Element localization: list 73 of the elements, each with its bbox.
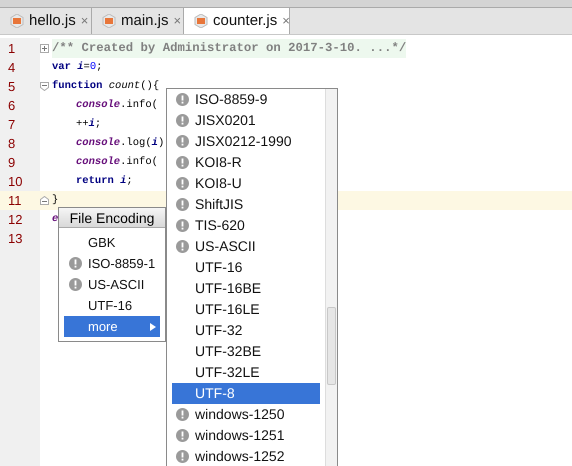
js-file-icon [102,14,116,28]
encoding-option[interactable]: UTF-32BE [167,341,325,362]
fold-plus-icon[interactable] [40,44,49,53]
warning-icon [176,177,189,190]
code-text: return i; [76,174,133,189]
code-text: console.info( [76,98,158,113]
encoding-option[interactable]: windows-1252 [167,446,325,466]
warning-icon [176,219,189,232]
encoding-option[interactable]: UTF-16 [167,257,325,278]
warning-icon [176,198,189,211]
warning-icon [176,114,189,127]
line-number: 5 [7,78,16,96]
encoding-option[interactable]: JISX0212-1990 [167,131,325,152]
warning-icon [176,408,189,421]
encoding-option[interactable]: windows-1251 [167,425,325,446]
js-file-icon [194,14,208,28]
encoding-option[interactable]: KOI8-R [167,152,325,173]
warning-icon [69,278,82,291]
tab-label: hello.js [29,10,76,31]
encoding-option[interactable]: more [64,316,160,337]
code-text: e [52,212,58,227]
encoding-option[interactable]: UTF-32 [167,320,325,341]
code-text: /** Created by Administrator on 2017-3-10. ...*/ [52,39,406,58]
encoding-option[interactable]: TIS-620 [167,215,325,236]
editor-tab[interactable]: counter.js × [184,8,290,34]
encoding-option[interactable]: UTF-16 [64,295,160,316]
encoding-option[interactable]: UTF-16BE [167,278,325,299]
encoding-option[interactable]: UTF-32LE [167,362,325,383]
warning-icon [176,450,189,463]
line-number: 8 [7,134,16,153]
scrollbar-thumb[interactable] [327,307,336,385]
line-number: 13 [7,230,24,248]
encoding-option[interactable]: ISO-8859-9 [167,89,325,110]
code-text: function count(){ [52,78,160,94]
line-number: 9 [7,154,16,172]
tab-label: main.js [121,10,169,31]
encoding-option[interactable]: ShiftJIS [167,194,325,215]
warning-icon [176,93,189,106]
warning-icon [176,240,189,253]
code-text: } [52,192,58,208]
encoding-option[interactable]: UTF-8 [172,383,320,404]
line-number: 11 [7,192,22,210]
line-number: 10 [7,172,24,191]
encoding-option[interactable]: US-ASCII [64,274,160,295]
close-icon[interactable]: × [174,11,182,31]
js-file-icon [10,14,24,28]
line-number: 1 [7,40,16,58]
submenu-arrow-icon [150,322,156,330]
popup-title: File Encoding [59,208,165,228]
tab-label: counter.js [213,10,278,31]
close-icon[interactable]: × [282,11,290,31]
code-text: ++i; [76,116,102,132]
encoding-option[interactable]: GBK [64,232,160,253]
warning-icon [176,135,189,148]
line-number: 6 [7,96,16,115]
fold-end-icon[interactable] [40,196,49,205]
code-text: console.info( [76,154,158,170]
line-number: 12 [7,210,24,229]
line-number: 7 [7,116,16,134]
warning-icon [176,429,189,442]
code-text: var i=0; [52,60,102,75]
close-icon[interactable]: × [80,11,88,31]
encoding-option[interactable]: US-ASCII [167,236,325,257]
warning-icon [69,257,82,270]
fold-minus-icon[interactable] [40,82,49,91]
line-number: 4 [7,58,16,77]
encoding-option[interactable]: JISX0201 [167,110,325,131]
code-text: console.log(i) [76,136,164,151]
encoding-option[interactable]: UTF-16LE [167,299,325,320]
encoding-option[interactable]: windows-1250 [167,404,325,425]
warning-icon [176,156,189,169]
encoding-option[interactable]: KOI8-U [167,173,325,194]
encoding-option[interactable]: ISO-8859-1 [64,253,160,274]
